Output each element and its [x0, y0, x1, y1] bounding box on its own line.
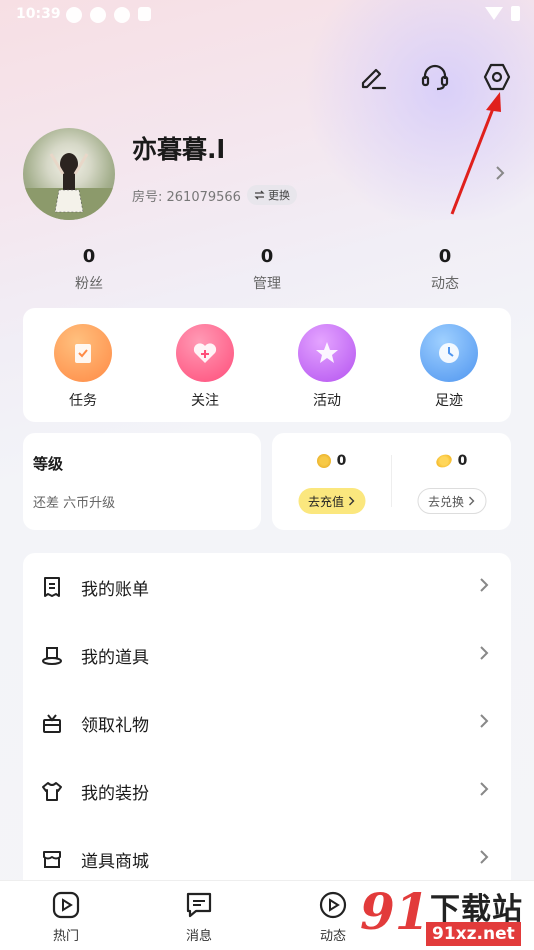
app-notification-icon: [90, 7, 106, 23]
swap-icon: [254, 190, 265, 200]
edit-pen-icon: [361, 68, 387, 90]
chevron-right-icon: [348, 496, 354, 506]
menu-item-bills[interactable]: 我的账单: [23, 553, 511, 621]
quick-action-events[interactable]: 活动: [292, 324, 362, 410]
play-circle-icon: [317, 889, 349, 921]
room-number: 房号: 261079566: [132, 189, 241, 205]
stat-label: 粉丝: [75, 276, 103, 292]
menu-item-label: 我的道具: [81, 647, 149, 668]
status-bar: 10:39: [0, 0, 534, 30]
clock-icon: [420, 324, 478, 382]
nav-label: 消息: [185, 929, 212, 944]
stat-value: 0: [260, 246, 274, 267]
quick-action-label: 足迹: [435, 393, 463, 409]
headset-icon: [421, 64, 449, 91]
quick-action-label: 关注: [191, 393, 219, 409]
menu-item-label: 我的装扮: [81, 783, 149, 804]
nav-moments[interactable]: 动态: [298, 889, 368, 944]
customer-service-button[interactable]: [418, 60, 452, 94]
status-time: 10:39: [16, 6, 61, 22]
bean-icon: [433, 452, 454, 470]
status-notification-icons: [66, 7, 151, 23]
watermark-url: 91xz.net: [426, 922, 521, 946]
level-title: 等级: [33, 455, 64, 473]
edit-button[interactable]: [356, 60, 390, 94]
app-notification-icon: [114, 7, 130, 23]
menu-item-outfits[interactable]: 我的装扮: [23, 757, 511, 825]
stat-managers[interactable]: 0 管理: [227, 246, 307, 293]
swap-room-button[interactable]: 更换: [246, 185, 297, 205]
quick-action-label: 活动: [313, 393, 341, 409]
menu-item-label: 我的账单: [81, 579, 149, 600]
recharge-label: 去充值: [307, 494, 345, 509]
nav-label: 热门: [52, 929, 79, 944]
avatar-photo: [23, 153, 115, 220]
swap-room-label: 更换: [267, 189, 290, 202]
nav-messages[interactable]: 消息: [164, 889, 234, 944]
menu-item-label: 领取礼物: [81, 715, 149, 736]
stat-label: 管理: [253, 276, 281, 292]
quick-action-label: 任务: [69, 393, 97, 409]
chevron-right-icon: [496, 166, 505, 180]
arrow-head: [486, 92, 501, 112]
battery-icon: [511, 6, 520, 21]
watermark-number: 91: [360, 882, 430, 941]
stat-label: 动态: [431, 276, 459, 292]
bean-balance: 0 去兑换: [392, 433, 511, 530]
shirt-icon: [41, 780, 63, 802]
menu-item-gifts[interactable]: 领取礼物: [23, 689, 511, 757]
room-number-row: 房号: 261079566 更换: [132, 185, 297, 205]
heart-icon: [176, 324, 234, 382]
nav-label: 动态: [319, 929, 346, 944]
coin-icon: [316, 454, 331, 468]
nav-hot[interactable]: 热门: [31, 889, 101, 944]
top-actions: [356, 60, 514, 94]
wifi-icon: [485, 7, 503, 20]
gear-icon: [483, 63, 511, 91]
app-notification-icon: [66, 7, 82, 23]
settings-button[interactable]: [480, 60, 514, 94]
app-notification-icon: [138, 7, 151, 21]
quick-action-tasks[interactable]: 任务: [48, 324, 118, 410]
quick-actions-card: 任务 关注 活动 足迹: [23, 308, 511, 422]
stat-fans[interactable]: 0 粉丝: [49, 246, 129, 293]
menu-item-store[interactable]: 道具商城: [23, 825, 511, 883]
quick-action-follow[interactable]: 关注: [170, 324, 240, 410]
coin-balance: 0 去充值: [272, 433, 391, 530]
message-icon: [183, 889, 215, 921]
hat-icon: [41, 644, 63, 666]
play-icon: [50, 889, 82, 921]
profile-detail-button[interactable]: [494, 164, 506, 186]
quick-action-footprints[interactable]: 足迹: [414, 324, 484, 410]
wallet-card: 0 去充值 0 去兑换: [272, 433, 511, 530]
coin-amount: 0: [336, 453, 347, 469]
star-icon: [298, 324, 356, 382]
menu-item-label: 道具商城: [81, 851, 149, 872]
menu-list: 我的账单 我的道具 领取礼物 我的装扮 道具商城: [23, 553, 511, 883]
chevron-right-icon: [480, 714, 489, 728]
level-subtitle: 还差 六币升级: [33, 496, 116, 511]
level-card[interactable]: 等级 还差 六币升级: [23, 433, 261, 530]
exchange-button[interactable]: 去兑换: [416, 488, 487, 514]
bill-icon: [41, 576, 63, 598]
watermark-logo: 91 下载站 91xz.net: [360, 884, 530, 948]
profile-stats: 0 粉丝 0 管理 0 动态: [0, 246, 534, 296]
stat-value: 0: [438, 246, 452, 267]
store-icon: [41, 848, 63, 870]
chevron-right-icon: [480, 646, 489, 660]
chevron-right-icon: [480, 850, 489, 864]
chevron-right-icon: [480, 578, 489, 592]
exchange-label: 去兑换: [427, 494, 465, 509]
recharge-button[interactable]: 去充值: [297, 488, 366, 514]
task-icon: [54, 324, 112, 382]
gift-icon: [41, 712, 63, 734]
stat-posts[interactable]: 0 动态: [405, 246, 485, 293]
avatar[interactable]: [23, 128, 115, 220]
chevron-right-icon: [480, 782, 489, 796]
menu-item-props[interactable]: 我的道具: [23, 621, 511, 689]
chevron-right-icon: [468, 496, 474, 506]
bean-amount: 0: [457, 453, 468, 469]
username: 亦暮暮.l: [132, 135, 226, 164]
stat-value: 0: [82, 246, 96, 267]
